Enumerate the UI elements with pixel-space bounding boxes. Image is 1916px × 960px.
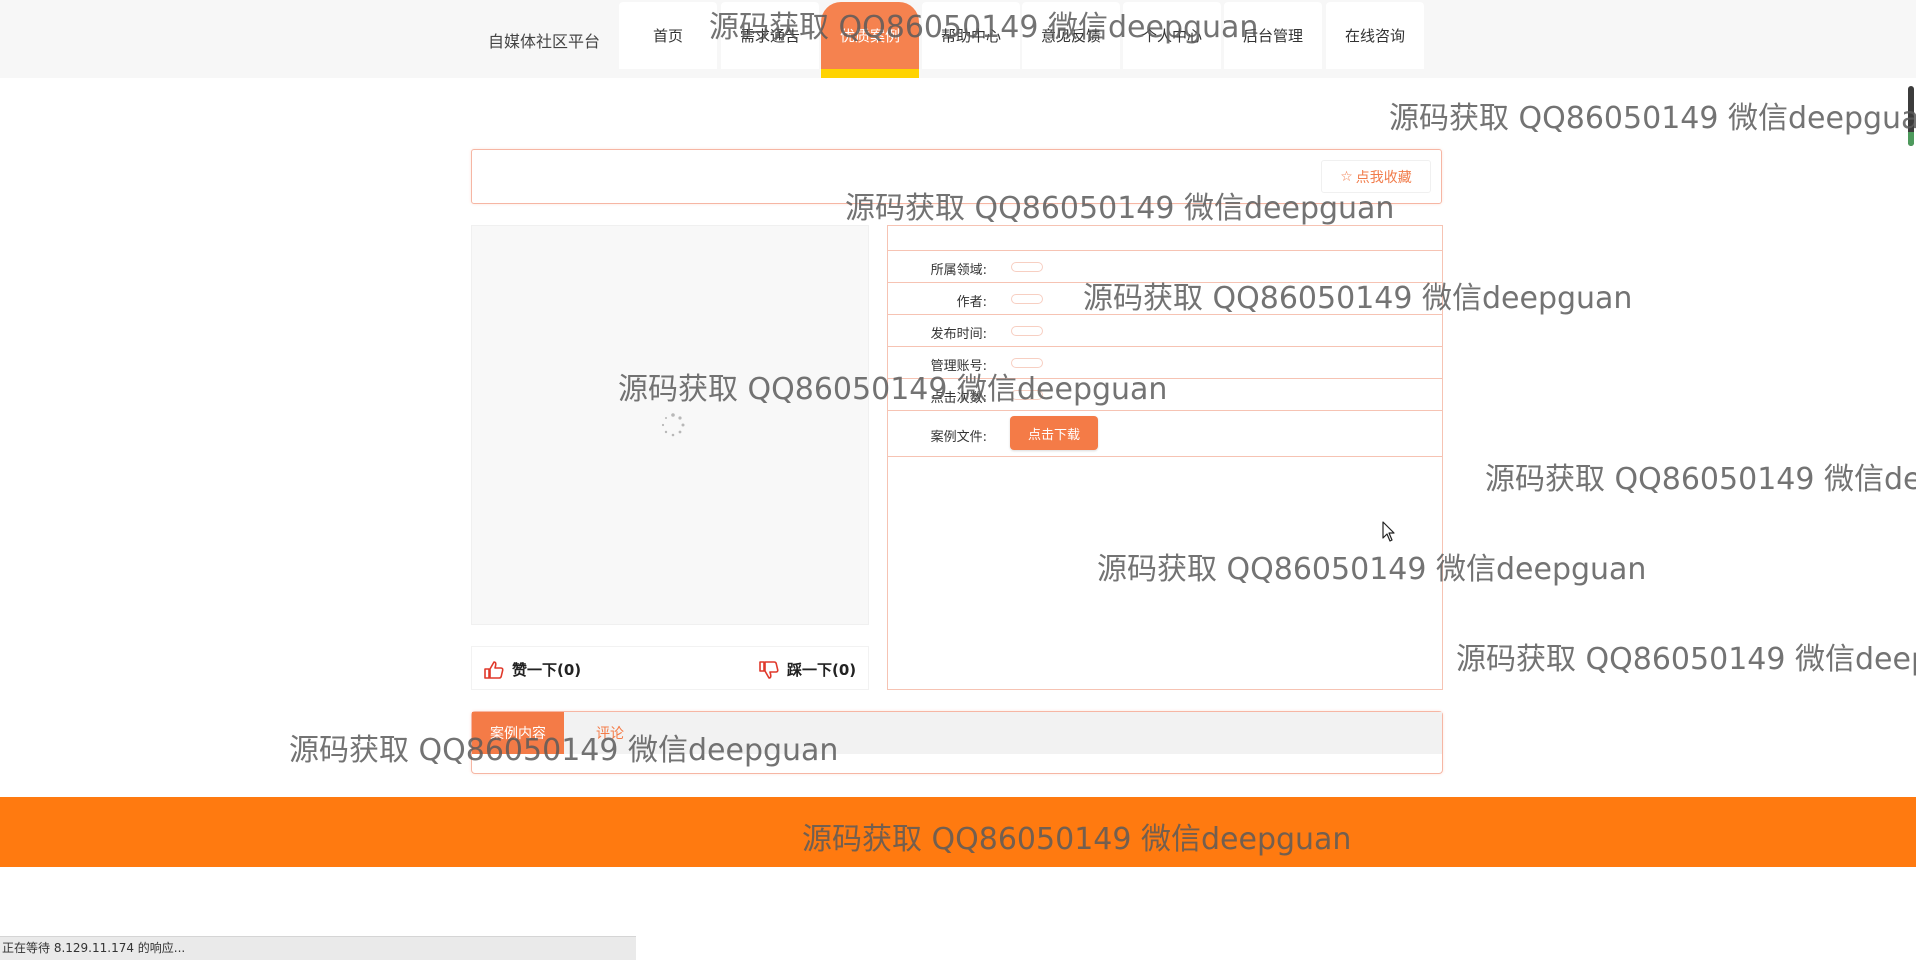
content-tabs-box: 案例内容 评论 <box>471 711 1443 774</box>
nav-item-notices[interactable]: 需求通告 <box>721 2 819 69</box>
star-icon: ☆ <box>1340 168 1353 185</box>
info-row-publish-time: 发布时间: <box>888 315 1442 347</box>
browser-status-bar: 正在等待 8.129.11.174 的响应... <box>0 936 636 960</box>
vote-bar: 赞一下(0) 踩一下(0) <box>471 646 869 690</box>
info-label-clicks: 点击次数: <box>930 391 987 406</box>
info-row-author: 作者: <box>888 283 1442 315</box>
download-button[interactable]: 点击下载 <box>1010 416 1098 450</box>
page-scrollbar[interactable] <box>1908 86 1914 146</box>
tab-case-content[interactable]: 案例内容 <box>472 712 564 754</box>
info-value-author <box>1011 294 1043 304</box>
like-label: 赞一下(0) <box>512 661 582 679</box>
favorite-button[interactable]: ☆ 点我收藏 <box>1321 160 1431 193</box>
mouse-cursor-icon <box>1382 521 1395 542</box>
info-label-author: 作者: <box>956 295 987 310</box>
info-panel-header <box>888 226 1442 251</box>
nav-item-admin[interactable]: 后台管理 <box>1224 2 1322 69</box>
case-title-box: ☆ 点我收藏 <box>471 149 1442 204</box>
info-label-publish-time: 发布时间: <box>930 327 987 342</box>
thumbs-down-icon <box>759 660 779 679</box>
top-navigation-bar: 自媒体社区平台 首页 需求通告 优质案例 帮助中心 意见反馈 个人中心 后台管理… <box>0 0 1916 78</box>
favorite-label: 点我收藏 <box>1355 169 1412 186</box>
nav-item-home[interactable]: 首页 <box>619 2 717 69</box>
info-row-file: 案例文件: 点击下载 <box>888 411 1442 457</box>
nav-item-profile[interactable]: 个人中心 <box>1123 2 1221 69</box>
loading-spinner-icon <box>661 413 685 437</box>
dislike-button[interactable]: 踩一下(0) <box>759 659 856 680</box>
info-label-domain: 所属领域: <box>930 263 987 278</box>
site-brand[interactable]: 自媒体社区平台 <box>488 28 600 52</box>
thumbs-up-icon <box>484 660 504 679</box>
page-footer <box>0 797 1916 867</box>
nav-item-help[interactable]: 帮助中心 <box>922 2 1020 69</box>
watermark: 源码获取 QQ86050149 微信deepguan <box>1456 642 1916 677</box>
nav-item-consult[interactable]: 在线咨询 <box>1326 2 1424 69</box>
info-row-domain: 所属领域: <box>888 251 1442 283</box>
info-value-publish-time <box>1011 326 1043 336</box>
info-label-account: 管理账号: <box>930 359 987 374</box>
nav-item-feedback[interactable]: 意见反馈 <box>1022 2 1120 69</box>
info-value-account <box>1011 358 1043 368</box>
case-info-panel: 所属领域: 作者: 发布时间: 管理账号: 点击次数: 案例文件: 点击下载 <box>887 225 1443 690</box>
tabs-strip: 案例内容 评论 <box>472 712 1442 754</box>
watermark: 源码获取 QQ86050149 微信deepguan <box>1389 101 1916 136</box>
like-button[interactable]: 赞一下(0) <box>484 659 581 680</box>
tab-comments[interactable]: 评论 <box>564 712 656 754</box>
dislike-label: 踩一下(0) <box>787 661 857 679</box>
info-row-account: 管理账号: <box>888 347 1442 379</box>
case-image-panel <box>471 225 869 625</box>
watermark: 源码获取 QQ86050149 微信deepguan <box>1485 462 1916 497</box>
info-row-clicks: 点击次数: <box>888 379 1442 411</box>
nav-item-cases[interactable]: 优质案例 <box>821 2 919 78</box>
info-value-clicks <box>1011 390 1043 400</box>
info-value-domain <box>1011 262 1043 272</box>
info-label-file: 案例文件: <box>930 430 987 445</box>
